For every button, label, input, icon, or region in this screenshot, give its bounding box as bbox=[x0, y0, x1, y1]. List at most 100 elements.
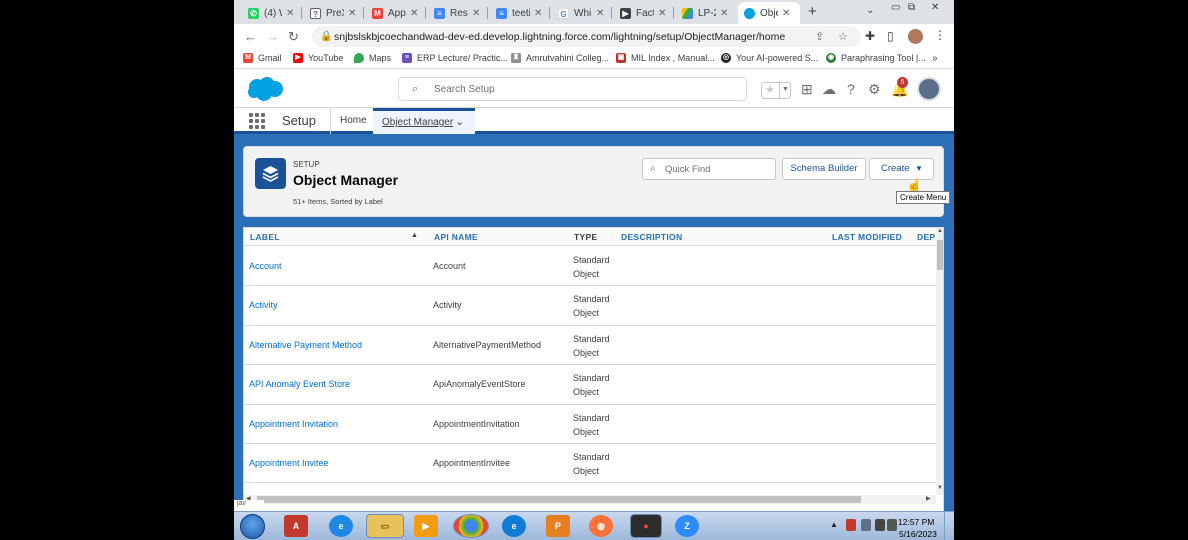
close-window-icon[interactable]: ✕ bbox=[931, 2, 939, 13]
start-button[interactable] bbox=[240, 514, 265, 539]
screen-recorder-icon[interactable]: ● bbox=[630, 514, 662, 538]
zoom-icon[interactable]: Z bbox=[675, 515, 699, 537]
volume-icon[interactable] bbox=[887, 519, 897, 531]
app-launcher-icon[interactable] bbox=[249, 113, 265, 129]
close-icon[interactable]: ✕ bbox=[534, 8, 542, 19]
trailhead-icon[interactable]: ☁ bbox=[822, 81, 836, 98]
close-icon[interactable]: ✕ bbox=[596, 8, 604, 19]
edge-icon[interactable]: e bbox=[502, 515, 526, 537]
minimize-icon[interactable]: ▭ bbox=[891, 2, 900, 13]
sidebar-icon[interactable]: ▯ bbox=[887, 29, 894, 43]
star-icon[interactable]: ☆ bbox=[838, 30, 848, 43]
schema-builder-button[interactable]: Schema Builder bbox=[782, 158, 866, 180]
object-label-link[interactable]: Alternative Payment Method bbox=[249, 340, 362, 350]
scroll-up-icon[interactable]: ▲ bbox=[937, 228, 943, 234]
search-icon: ⌕ bbox=[650, 163, 656, 174]
chevron-down-icon[interactable]: ⌄ bbox=[866, 5, 874, 16]
bookmark-erp[interactable]: ≡ ERP Lecture/ Practic... bbox=[402, 53, 508, 63]
tab-title: LP-2 bbox=[698, 7, 716, 19]
type-cell: Standard Object bbox=[573, 373, 610, 398]
bookmark-gmail[interactable]: M Gmail bbox=[243, 53, 282, 63]
browser-tab[interactable]: ▶ Facte ✕ bbox=[614, 2, 672, 24]
object-label-link[interactable]: Appointment Invitation bbox=[249, 419, 338, 429]
browser-tab[interactable]: ? PreX ✕ bbox=[304, 2, 362, 24]
close-icon[interactable]: ✕ bbox=[472, 8, 480, 19]
sort-ascending-icon[interactable]: ▲ bbox=[411, 232, 418, 239]
user-avatar[interactable] bbox=[917, 77, 941, 101]
share-icon[interactable]: ⇪ bbox=[815, 30, 824, 43]
forward-icon[interactable]: → bbox=[266, 29, 279, 44]
bookmark-ai[interactable]: ◎ Your AI-powered S... bbox=[721, 53, 818, 63]
new-tab-icon[interactable]: + bbox=[808, 3, 817, 20]
bookmark-mil[interactable]: ▣ MIL Index , Manual... bbox=[616, 53, 715, 63]
object-label-link[interactable]: API Anomaly Event Store bbox=[249, 379, 350, 389]
media-player-icon[interactable]: ▶ bbox=[414, 515, 438, 537]
browser-tab[interactable]: M Appi ✕ bbox=[366, 2, 424, 24]
close-icon[interactable]: ✕ bbox=[658, 8, 666, 19]
tab-home[interactable]: Home bbox=[340, 115, 367, 126]
bookmark-youtube[interactable]: ▶ YouTube bbox=[293, 53, 343, 63]
tray-flag-icon[interactable] bbox=[846, 519, 856, 531]
network-icon[interactable] bbox=[875, 519, 885, 531]
clock-date[interactable]: 5/16/2023 bbox=[899, 529, 937, 539]
more-menu-icon[interactable]: ⋮ bbox=[934, 28, 946, 42]
horizontal-scrollbar[interactable]: ◀ ▶ bbox=[244, 495, 936, 504]
scrollbar-thumb[interactable] bbox=[937, 240, 943, 270]
restore-icon[interactable]: ⧉ bbox=[908, 2, 915, 13]
bookmark-college[interactable]: ♜ Amrutvahini Colleg... bbox=[511, 53, 609, 63]
close-icon[interactable]: ✕ bbox=[348, 8, 356, 19]
setup-search-input[interactable]: ⌕ Search Setup bbox=[398, 77, 747, 101]
pdf-app-icon[interactable]: A bbox=[284, 515, 308, 537]
internet-explorer-icon[interactable]: e bbox=[329, 515, 353, 537]
close-icon[interactable]: ✕ bbox=[782, 8, 790, 19]
browser-tab[interactable]: G Whi ✕ bbox=[552, 2, 610, 24]
question-icon: ? bbox=[310, 7, 321, 19]
show-desktop-button[interactable] bbox=[944, 512, 954, 540]
object-label-link[interactable]: Activity bbox=[249, 300, 278, 310]
file-explorer-icon[interactable]: ▭ bbox=[366, 514, 404, 538]
help-icon[interactable]: ? bbox=[847, 81, 855, 97]
profile-avatar[interactable] bbox=[908, 29, 923, 44]
chevron-down-icon[interactable]: ⌄ bbox=[455, 115, 464, 128]
browser-tab[interactable]: ✆ (4) W ✕ bbox=[242, 2, 300, 24]
vertical-scrollbar[interactable]: ▲ ▼ bbox=[936, 228, 943, 495]
bookmark-paraphrase[interactable]: ◉ Paraphrasing Tool |... bbox=[826, 53, 926, 63]
column-header-last-modified[interactable]: LAST MODIFIED bbox=[832, 232, 902, 242]
extensions-icon[interactable]: ✚ bbox=[865, 29, 875, 43]
browser-tab[interactable]: LP-2 ✕ bbox=[676, 2, 734, 24]
global-actions-icon[interactable]: ⊞ bbox=[801, 81, 813, 98]
column-header-deployed[interactable]: DEP bbox=[917, 232, 935, 242]
favorites-dropdown-icon[interactable]: ▼ bbox=[779, 82, 791, 99]
tab-object-manager[interactable]: Object Manager ⌄ bbox=[373, 108, 475, 134]
browser-tab-active[interactable]: Obje ✕ bbox=[738, 2, 800, 24]
tray-device-icon[interactable] bbox=[861, 519, 871, 531]
tray-expand-icon[interactable]: ▲ bbox=[830, 520, 838, 529]
column-header-label[interactable]: LABEL bbox=[250, 232, 280, 242]
close-icon[interactable]: ✕ bbox=[286, 8, 294, 19]
reload-icon[interactable]: ↻ bbox=[288, 29, 299, 45]
bookmark-maps[interactable]: Maps bbox=[354, 53, 391, 63]
scroll-right-icon[interactable]: ▶ bbox=[926, 495, 931, 502]
scroll-down-icon[interactable]: ▼ bbox=[937, 485, 943, 491]
column-header-type[interactable]: TYPE bbox=[574, 232, 597, 242]
close-icon[interactable]: ✕ bbox=[410, 8, 418, 19]
clock-time[interactable]: 12:57 PM bbox=[898, 517, 934, 527]
object-label-link[interactable]: Account bbox=[249, 261, 282, 271]
firefox-icon[interactable]: ◍ bbox=[589, 515, 613, 537]
back-icon[interactable]: ← bbox=[244, 29, 257, 44]
salesforce-logo[interactable] bbox=[245, 75, 285, 103]
column-header-description[interactable]: DESCRIPTION bbox=[621, 232, 682, 242]
create-button[interactable]: Create ▼ bbox=[869, 158, 934, 180]
browser-tab[interactable]: ≡ teeti ✕ bbox=[490, 2, 548, 24]
chevron-right-icon[interactable]: » bbox=[932, 53, 938, 64]
object-label-link[interactable]: Appointment Invitee bbox=[249, 458, 329, 468]
presentation-app-icon[interactable]: P bbox=[546, 515, 570, 537]
column-header-api-name[interactable]: API NAME bbox=[434, 232, 478, 242]
scrollbar-thumb[interactable] bbox=[257, 496, 861, 503]
quick-find-input[interactable]: ⌕ Quick Find bbox=[642, 158, 776, 180]
url-input[interactable]: 🔒 snjbslskbjcoechandwad-dev-ed.develop.l… bbox=[312, 26, 861, 47]
chrome-icon[interactable] bbox=[453, 514, 489, 538]
gear-icon[interactable]: ⚙ bbox=[868, 81, 881, 98]
browser-tab[interactable]: ≡ Rese ✕ bbox=[428, 2, 486, 24]
close-icon[interactable]: ✕ bbox=[720, 8, 728, 19]
